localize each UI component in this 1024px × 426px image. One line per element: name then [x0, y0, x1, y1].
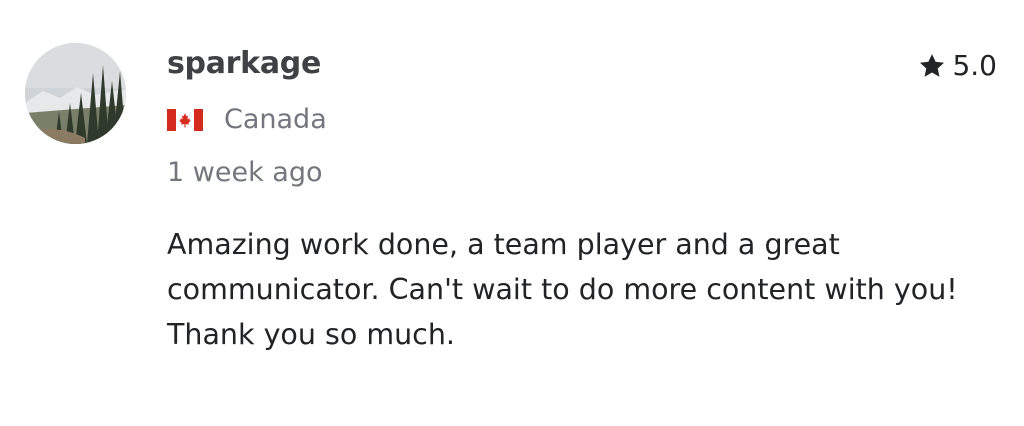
reviewer-country: Canada — [167, 104, 327, 135]
reviewer-username[interactable]: sparkage — [167, 46, 321, 81]
review-card: sparkage 5.0 Canada 1 week ago Amazing w… — [0, 0, 1024, 426]
avatar[interactable] — [25, 43, 126, 144]
avatar-image — [25, 43, 126, 144]
canada-flag-icon — [167, 108, 203, 131]
review-rating: 5.0 — [918, 49, 997, 82]
rating-value: 5.0 — [952, 49, 997, 82]
country-name: Canada — [224, 104, 327, 135]
review-timestamp: 1 week ago — [167, 157, 323, 188]
star-icon — [920, 53, 945, 77]
review-text: Amazing work done, a team player and a g… — [167, 228, 958, 351]
